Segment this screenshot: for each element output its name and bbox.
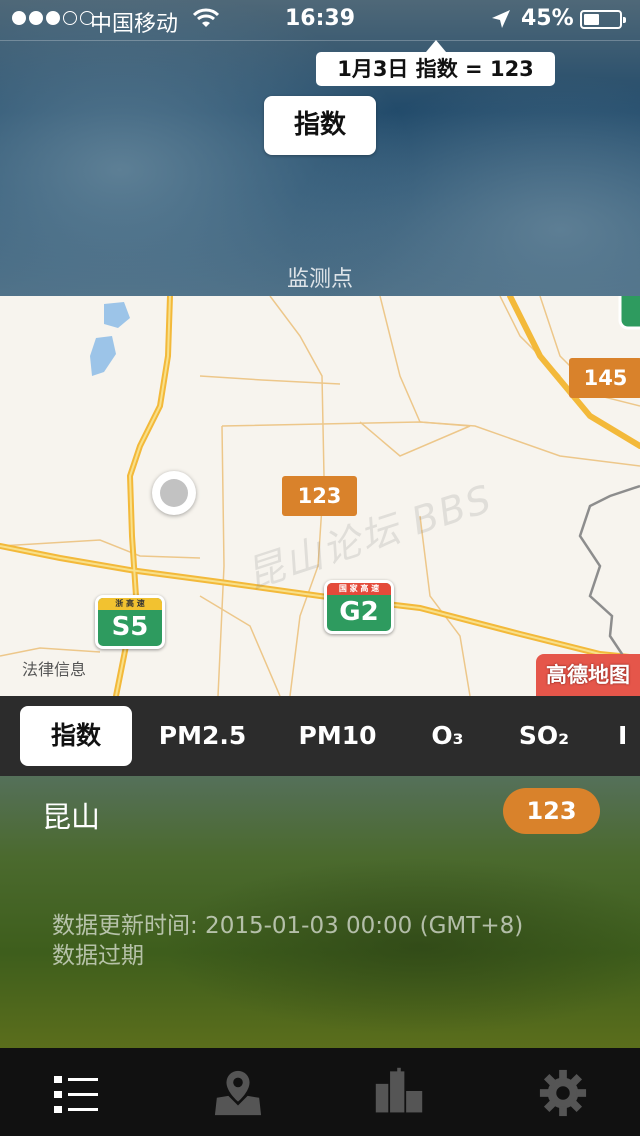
city-name: 昆山 xyxy=(42,800,101,834)
tab-pm25[interactable]: PM2.5 xyxy=(150,706,255,766)
lake xyxy=(104,302,130,328)
list-icon[interactable] xyxy=(52,1070,102,1120)
tab-pm10[interactable]: PM10 xyxy=(285,706,390,766)
battery-percent: 45% xyxy=(521,6,574,31)
city-buildings-icon[interactable] xyxy=(374,1066,424,1116)
boundary-line xyxy=(578,484,640,677)
aqi-marker[interactable]: 145 xyxy=(569,358,640,398)
highway-shield: 国 家 高 速 G2 xyxy=(324,580,394,634)
battery-fill xyxy=(584,14,599,25)
aqi-marker[interactable]: 123 xyxy=(282,476,357,516)
chart-tooltip: 1月3日 指数 = 123 xyxy=(316,52,555,86)
data-status: 数据过期 xyxy=(52,943,144,969)
pollutant-tabs: 指数 PM2.5 PM10 O₃ SO₂ I xyxy=(0,696,640,776)
update-time: 数据更新时间: 2015-01-03 00:00 (GMT+8) xyxy=(52,913,524,939)
map-view[interactable]: 昆山论坛 BBS 123 145 浙 高 速 S5 国 家 高 速 G2 法律信… xyxy=(0,296,640,696)
shield-code: G2 xyxy=(339,597,379,627)
battery-tip xyxy=(623,17,626,23)
current-location-icon xyxy=(152,471,196,515)
tab-index[interactable]: 指数 xyxy=(20,706,132,766)
highway-shield: 浙 高 速 S5 xyxy=(95,595,165,649)
metric-chip[interactable]: 指数 xyxy=(264,96,376,155)
map-pin-icon[interactable] xyxy=(213,1068,263,1118)
amap-logo: 高德地图 xyxy=(536,654,640,696)
battery-icon xyxy=(580,10,626,29)
tab-more[interactable]: I xyxy=(618,706,640,766)
location-arrow-icon xyxy=(492,10,510,28)
gear-icon[interactable] xyxy=(538,1068,588,1118)
chart-header: 中国移动 16:39 45% 1月3日 指数 = 123 指数 监测点 xyxy=(0,0,640,297)
lake xyxy=(90,336,116,376)
aqi-badge: 123 xyxy=(503,788,600,834)
stations-label[interactable]: 监测点 xyxy=(0,261,640,293)
tooltip-arrow xyxy=(426,40,446,52)
tab-so2[interactable]: SO₂ xyxy=(508,706,580,766)
shield-code: S5 xyxy=(111,612,149,642)
shield-band: 浙 高 速 xyxy=(98,598,162,610)
shield-band: 国 家 高 速 xyxy=(327,583,391,595)
city-panel[interactable]: 昆山 123 数据更新时间: 2015-01-03 00:00 (GMT+8) … xyxy=(0,776,640,1048)
bottom-tab-bar xyxy=(0,1048,640,1136)
tab-o3[interactable]: O₃ xyxy=(415,706,480,766)
legal-info-link[interactable]: 法律信息 xyxy=(22,656,86,680)
status-bar: 中国移动 16:39 45% xyxy=(0,0,640,40)
status-divider xyxy=(0,40,640,41)
